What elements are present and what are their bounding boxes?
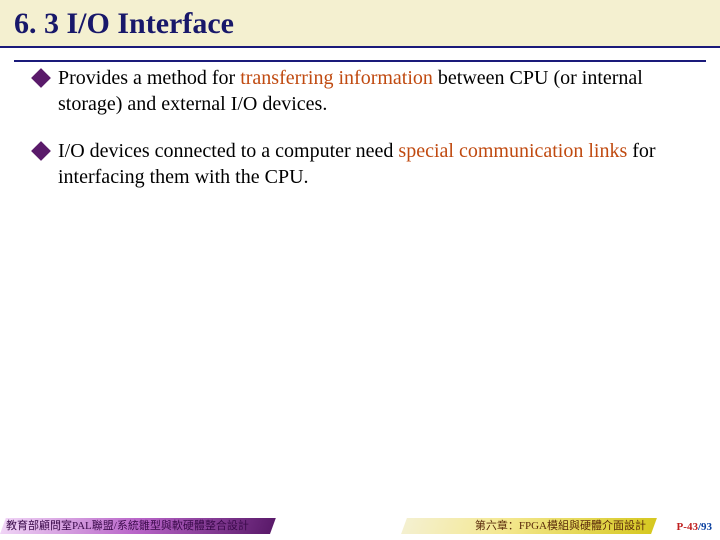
slide-footer: 教育部顧問室PAL聯盟/系統雛型與軟硬體整合設計 第六章：FPGA模組與硬體介面… <box>0 516 720 540</box>
bullet-emphasis: transferring information <box>240 67 433 89</box>
slide-body: Provides a method for transferring infor… <box>0 48 720 190</box>
diamond-bullet-icon <box>31 141 51 161</box>
bullet-item: I/O devices connected to a computer need… <box>34 139 686 190</box>
slide-title: 6. 3 I/O Interface <box>14 7 234 41</box>
title-band: 6. 3 I/O Interface <box>0 0 720 48</box>
bullet-text: Provides a method for transferring infor… <box>58 66 686 117</box>
page-number: P-43/93 <box>677 521 712 533</box>
bullet-pre: Provides a method for <box>58 67 240 89</box>
footer-left-text: 教育部顧問室PAL聯盟/系統雛型與軟硬體整合設計 <box>6 517 249 533</box>
bullet-text: I/O devices connected to a computer need… <box>58 139 686 190</box>
page-prefix: P- <box>677 521 687 533</box>
bullet-emphasis: special communication links <box>398 140 627 162</box>
title-underline <box>14 60 706 62</box>
slide: 6. 3 I/O Interface Provides a method for… <box>0 0 720 540</box>
diamond-bullet-icon <box>31 68 51 88</box>
footer-center-text: 第六章：FPGA模組與硬體介面設計 <box>475 517 646 533</box>
bullet-item: Provides a method for transferring infor… <box>34 66 686 117</box>
page-current: 43 <box>687 521 698 533</box>
bullet-pre: I/O devices connected to a computer need <box>58 140 398 162</box>
page-total: 93 <box>701 521 712 533</box>
